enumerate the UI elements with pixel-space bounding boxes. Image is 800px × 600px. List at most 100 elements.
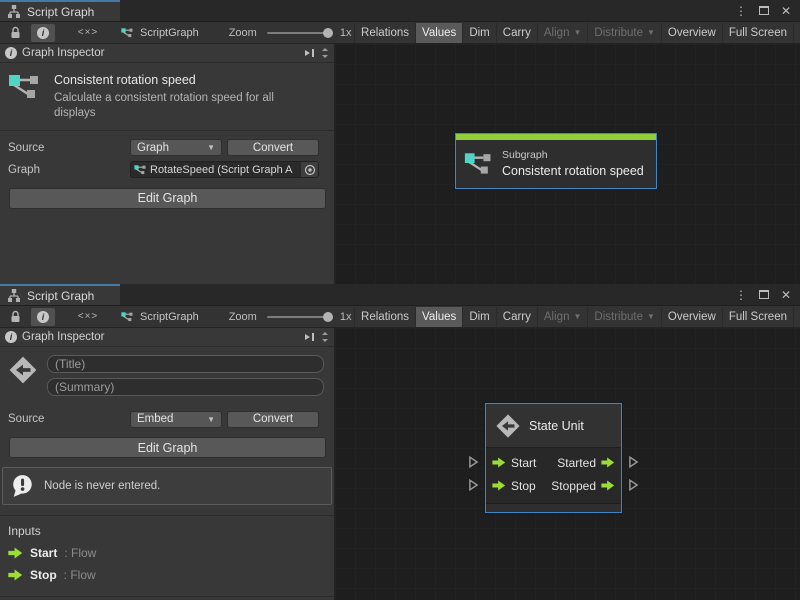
- dock-icon[interactable]: [304, 331, 316, 343]
- input-port-row: Stop : Flow: [0, 564, 334, 586]
- menu-icon[interactable]: ⋮: [735, 5, 747, 17]
- distribute-button[interactable]: Distribute▼: [588, 307, 662, 327]
- full-screen-button[interactable]: Full Screen: [723, 23, 794, 43]
- source-label: Source: [8, 142, 130, 154]
- tab-script-graph[interactable]: Script Graph: [0, 284, 120, 305]
- flow-arrow-icon: [8, 547, 23, 559]
- close-icon[interactable]: ✕: [781, 289, 791, 301]
- flow-arrow-icon[interactable]: [601, 480, 615, 491]
- chevron-down-icon: ▼: [573, 28, 581, 37]
- script-graph-icon: [7, 5, 21, 18]
- expander-arrows-icon[interactable]: [321, 47, 329, 59]
- flow-arrow-icon[interactable]: [492, 480, 506, 491]
- align-button[interactable]: Align▼: [538, 23, 589, 43]
- graph-canvas[interactable]: Subgraph Consistent rotation speed: [335, 44, 800, 284]
- summary-input[interactable]: [47, 378, 324, 396]
- code-icon[interactable]: <×>: [71, 308, 105, 326]
- close-icon[interactable]: ✕: [781, 5, 791, 17]
- subgraph-icon: [8, 73, 42, 99]
- tab-title: Script Graph: [27, 5, 94, 19]
- breadcrumb-label: ScriptGraph: [140, 27, 199, 39]
- script-graph-icon: [7, 289, 21, 302]
- relations-button[interactable]: Relations: [354, 307, 416, 327]
- expander-arrows-icon[interactable]: [321, 331, 329, 343]
- breadcrumb[interactable]: ScriptGraph: [121, 27, 199, 39]
- node-kind-label: Subgraph: [502, 149, 644, 161]
- menu-icon[interactable]: ⋮: [735, 289, 747, 301]
- zoom-slider[interactable]: [267, 32, 333, 34]
- warning-bubble-icon: [11, 474, 35, 498]
- tab-title: Script Graph: [27, 289, 94, 303]
- dim-button[interactable]: Dim: [463, 307, 496, 327]
- source-dropdown[interactable]: Embed▼: [130, 411, 222, 428]
- inspector-header: Graph Inspector: [0, 328, 334, 347]
- graph-object-value: RotateSpeed (Script Graph A: [147, 164, 301, 176]
- dock-icon[interactable]: [304, 47, 316, 59]
- edit-graph-button[interactable]: Edit Graph: [9, 188, 326, 209]
- graph-inspector-panel: Graph Inspector Consistent rotation spee…: [0, 44, 335, 284]
- edit-graph-button[interactable]: Edit Graph: [9, 437, 326, 458]
- carry-button[interactable]: Carry: [497, 23, 538, 43]
- subgraph-icon: [121, 311, 134, 322]
- convert-button[interactable]: Convert: [227, 139, 319, 156]
- tab-bar: Script Graph ⋮ ✕: [0, 284, 800, 306]
- distribute-button[interactable]: Distribute▼: [588, 23, 662, 43]
- carry-button[interactable]: Carry: [497, 307, 538, 327]
- graph-title: Consistent rotation speed: [54, 73, 304, 87]
- lock-icon[interactable]: [3, 24, 27, 42]
- flow-arrow-icon[interactable]: [492, 457, 506, 468]
- relations-button[interactable]: Relations: [354, 23, 416, 43]
- zoom-slider-handle[interactable]: [323, 28, 333, 38]
- info-toggle-button[interactable]: [31, 308, 55, 326]
- dim-button[interactable]: Dim: [463, 23, 496, 43]
- code-icon[interactable]: <×>: [71, 24, 105, 42]
- lock-icon[interactable]: [3, 308, 27, 326]
- zoom-slider[interactable]: [267, 316, 333, 318]
- state-unit-icon: [495, 413, 521, 439]
- graph-object-field[interactable]: RotateSpeed (Script Graph A: [130, 161, 319, 178]
- graph-inspector-panel: Graph Inspector Source Embed▼ Convert Ed…: [0, 328, 335, 600]
- convert-button[interactable]: Convert: [227, 411, 319, 428]
- maximize-icon[interactable]: [759, 290, 769, 299]
- subgraph-node[interactable]: Subgraph Consistent rotation speed: [455, 133, 657, 189]
- port-triangle-icon[interactable]: [468, 456, 479, 468]
- state-unit-icon: [8, 355, 38, 385]
- title-summary-section: [0, 347, 334, 402]
- breadcrumb[interactable]: ScriptGraph: [121, 311, 199, 323]
- info-toggle-button[interactable]: [31, 24, 55, 42]
- values-button[interactable]: Values: [416, 23, 463, 43]
- info-icon: [37, 27, 49, 39]
- title-input[interactable]: [47, 355, 324, 373]
- zoom-label: Zoom: [229, 27, 257, 39]
- toolbar-button-group: Relations Values Dim Carry Align▼ Distri…: [354, 23, 794, 43]
- source-label: Source: [8, 413, 130, 425]
- inspector-title: Graph Inspector: [22, 47, 104, 59]
- object-picker-icon[interactable]: [301, 162, 318, 177]
- overview-button[interactable]: Overview: [662, 23, 723, 43]
- zoom-slider-handle[interactable]: [323, 312, 333, 322]
- inputs-header: Inputs: [0, 516, 334, 542]
- node-header: State Unit: [486, 404, 621, 448]
- subgraph-icon: [464, 151, 494, 175]
- port-triangle-icon[interactable]: [628, 479, 639, 491]
- source-row: Source Graph▼ Convert: [8, 139, 319, 157]
- flow-arrow-icon[interactable]: [601, 457, 615, 468]
- maximize-icon[interactable]: [759, 6, 769, 15]
- port-triangle-icon[interactable]: [628, 456, 639, 468]
- state-unit-node[interactable]: State Unit Start Started Stop Stopped: [485, 403, 622, 513]
- graph-toolbar: <×> ScriptGraph Zoom 1x Relations Values…: [0, 306, 800, 328]
- align-button[interactable]: Align▼: [538, 307, 589, 327]
- values-button[interactable]: Values: [416, 307, 463, 327]
- port-triangle-icon[interactable]: [468, 479, 479, 491]
- graph-canvas[interactable]: State Unit Start Started Stop Stopped: [335, 328, 800, 600]
- overview-button[interactable]: Overview: [662, 307, 723, 327]
- chevron-down-icon: ▼: [573, 312, 581, 321]
- full-screen-button[interactable]: Full Screen: [723, 307, 794, 327]
- flow-arrow-icon: [8, 569, 23, 581]
- source-row: Source Embed▼ Convert: [8, 410, 319, 428]
- window-controls: ⋮ ✕: [735, 284, 800, 305]
- source-dropdown[interactable]: Graph▼: [130, 139, 222, 156]
- input-port-row: Start : Flow: [0, 542, 334, 564]
- node-port-row: Start Started: [486, 451, 621, 474]
- tab-script-graph[interactable]: Script Graph: [0, 0, 120, 21]
